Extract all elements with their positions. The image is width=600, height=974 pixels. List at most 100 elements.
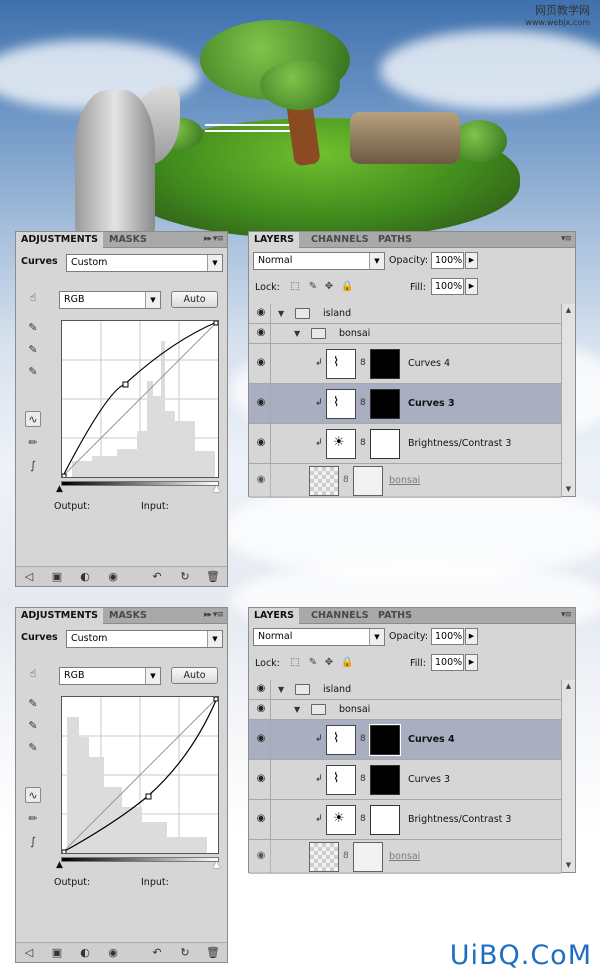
expand-view-icon[interactable]: ▣ (50, 946, 64, 960)
pencil-icon[interactable]: ✏ (25, 435, 41, 451)
layers-scrollbar[interactable]: ▲ ▼ (561, 680, 575, 872)
curve-point-tool-icon[interactable]: ∿ (25, 411, 41, 427)
scroll-up-icon[interactable]: ▲ (562, 680, 575, 693)
pencil-icon[interactable]: ✏ (25, 811, 41, 827)
opacity-slider-icon[interactable]: ▶ (465, 252, 478, 269)
curve-point-tool-icon[interactable]: ∿ (25, 787, 41, 803)
lock-position-icon[interactable]: ✥ (323, 657, 335, 669)
channel-dropdown[interactable]: RGB ▼ (59, 667, 161, 685)
fill-slider-icon[interactable]: ▶ (465, 278, 478, 295)
opacity-input[interactable]: 100% (431, 628, 464, 645)
black-point-eyedropper-icon[interactable]: ✎ (25, 696, 41, 712)
back-arrow-icon[interactable]: ◁ (22, 946, 36, 960)
tab-masks[interactable]: MASKS (104, 608, 152, 624)
layer-mask-thumbnail[interactable] (353, 842, 383, 872)
gray-point-eyedropper-icon[interactable]: ✎ (25, 342, 41, 358)
layer-mask-thumbnail[interactable] (370, 389, 400, 419)
reset-icon[interactable]: ↻ (178, 570, 192, 584)
tab-channels[interactable]: CHANNELS (306, 608, 374, 624)
lock-transparency-icon[interactable]: ⬚ (289, 657, 301, 669)
layer-row-island[interactable]: ◉ ▼ island (249, 680, 561, 700)
expand-triangle-icon[interactable]: ▼ (278, 309, 284, 318)
expand-triangle-icon[interactable]: ▼ (294, 329, 300, 338)
black-slider-icon[interactable]: ▲ (56, 484, 63, 494)
layer-row-bonsai[interactable]: ◉ 8 bonsai (249, 464, 561, 498)
fill-input[interactable]: 100% (431, 654, 464, 671)
visibility-eye-icon[interactable]: ◉ (106, 570, 120, 584)
white-slider-icon[interactable]: ▲ (213, 484, 220, 494)
curve-point[interactable] (213, 321, 218, 326)
gray-point-eyedropper-icon[interactable]: ✎ (25, 718, 41, 734)
black-point-eyedropper-icon[interactable]: ✎ (25, 320, 41, 336)
scroll-up-icon[interactable]: ▲ (562, 304, 575, 317)
visibility-eye-icon[interactable]: ◉ (253, 703, 269, 717)
layers-scrollbar[interactable]: ▲ ▼ (561, 304, 575, 496)
panel-menu-icon[interactable]: ▸▸ ▾≡ (204, 234, 224, 244)
visibility-eye-icon[interactable]: ◉ (253, 813, 269, 827)
tab-adjustments[interactable]: ADJUSTMENTS (16, 608, 104, 624)
layer-mask-thumbnail[interactable] (370, 349, 400, 379)
clip-to-layer-icon[interactable]: ◐ (78, 946, 92, 960)
tab-paths[interactable]: PATHS (373, 608, 417, 624)
layer-row-curves-3[interactable]: ◉ ↲ ⌇ 8 Curves 3 (249, 384, 561, 424)
scroll-down-icon[interactable]: ▼ (562, 859, 575, 872)
lock-position-icon[interactable]: ✥ (323, 281, 335, 293)
reset-icon[interactable]: ↻ (178, 946, 192, 960)
tab-channels[interactable]: CHANNELS (306, 232, 374, 248)
lock-all-icon[interactable]: 🔒 (341, 657, 353, 669)
white-point-eyedropper-icon[interactable]: ✎ (25, 364, 41, 380)
curve-point[interactable] (62, 473, 67, 477)
layer-mask-thumbnail[interactable] (370, 805, 400, 835)
visibility-eye-icon[interactable]: ◉ (253, 474, 269, 488)
trash-icon[interactable]: 🗑 (206, 570, 220, 584)
chain-link-icon[interactable]: 8 (360, 814, 366, 824)
layer-mask-thumbnail[interactable] (369, 724, 401, 756)
white-slider-icon[interactable]: ▲ (213, 860, 220, 870)
on-image-adjust-icon[interactable]: ☝ (25, 666, 41, 682)
lock-pixels-icon[interactable]: ✎ (307, 281, 319, 293)
layer-row-bonsai-group[interactable]: ◉ ▼ bonsai (249, 700, 561, 720)
panel-menu-icon[interactable]: ▾≡ (561, 234, 572, 244)
curve-point[interactable] (62, 849, 67, 853)
scroll-down-icon[interactable]: ▼ (562, 483, 575, 496)
channel-dropdown[interactable]: RGB ▼ (59, 291, 161, 309)
chain-link-icon[interactable]: 8 (360, 358, 366, 368)
layer-row-curves-4[interactable]: ◉ ↲ ⌇ 8 Curves 4 (249, 344, 561, 384)
visibility-eye-icon[interactable]: ◉ (253, 733, 269, 747)
lock-all-icon[interactable]: 🔒 (341, 281, 353, 293)
layer-row-island[interactable]: ◉ ▼ island (249, 304, 561, 324)
tab-layers[interactable]: LAYERS (249, 608, 300, 624)
visibility-eye-icon[interactable]: ◉ (253, 773, 269, 787)
layer-mask-thumbnail[interactable] (370, 429, 400, 459)
lock-pixels-icon[interactable]: ✎ (307, 657, 319, 669)
chain-link-icon[interactable]: 8 (343, 851, 349, 861)
tab-masks[interactable]: MASKS (104, 232, 152, 248)
clip-to-layer-icon[interactable]: ◐ (78, 570, 92, 584)
panel-menu-icon[interactable]: ▸▸ ▾≡ (204, 610, 224, 620)
smooth-icon[interactable]: ∫ (25, 834, 41, 850)
panel-menu-icon[interactable]: ▾≡ (561, 610, 572, 620)
curve-point[interactable] (213, 697, 218, 702)
trash-icon[interactable]: 🗑 (206, 946, 220, 960)
opacity-slider-icon[interactable]: ▶ (465, 628, 478, 645)
layer-row-brightness-contrast-3[interactable]: ◉ ↲ ☀ 8 Brightness/Contrast 3 (249, 424, 561, 464)
view-previous-icon[interactable]: ↶ (150, 946, 164, 960)
tab-adjustments[interactable]: ADJUSTMENTS (16, 232, 104, 248)
layer-row-bonsai[interactable]: ◉ 8 bonsai (249, 840, 561, 874)
auto-button[interactable]: Auto (171, 291, 218, 308)
tab-layers[interactable]: LAYERS (249, 232, 300, 248)
smooth-icon[interactable]: ∫ (25, 458, 41, 474)
fill-slider-icon[interactable]: ▶ (465, 654, 478, 671)
curve-graph[interactable] (61, 320, 219, 478)
chain-link-icon[interactable]: 8 (360, 438, 366, 448)
visibility-eye-icon[interactable]: ◉ (253, 437, 269, 451)
preset-dropdown[interactable]: Custom ▼ (66, 630, 223, 648)
layer-mask-thumbnail[interactable] (370, 765, 400, 795)
visibility-eye-icon[interactable]: ◉ (253, 850, 269, 864)
curve-point[interactable] (122, 381, 129, 388)
expand-triangle-icon[interactable]: ▼ (278, 685, 284, 694)
chain-link-icon[interactable]: 8 (343, 475, 349, 485)
curve-graph[interactable] (61, 696, 219, 854)
chain-link-icon[interactable]: 8 (360, 734, 366, 744)
opacity-input[interactable]: 100% (431, 252, 464, 269)
